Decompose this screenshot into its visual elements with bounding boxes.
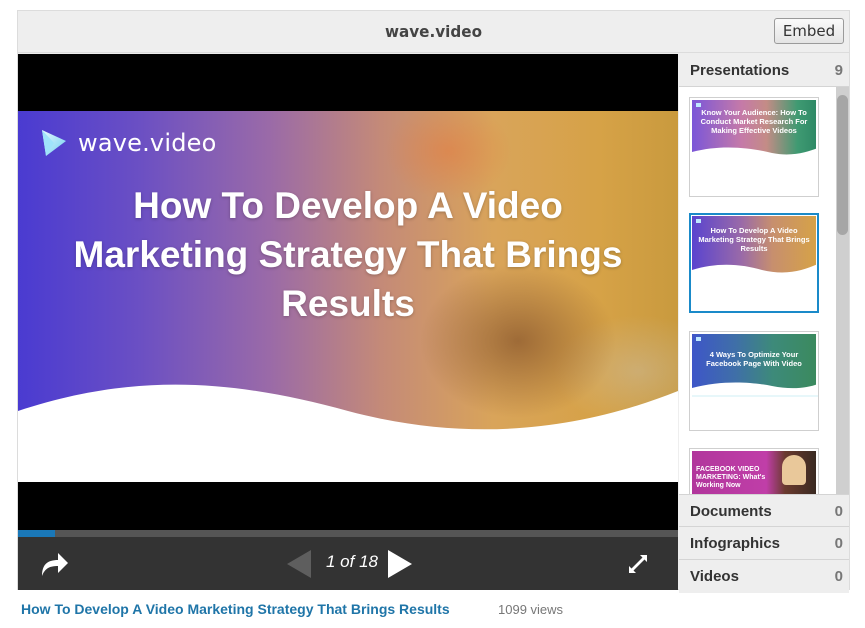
presentation-thumbnail-active[interactable]: How To Develop A Video Marketing Strateg… (689, 213, 819, 313)
next-triangle-icon[interactable] (386, 548, 416, 580)
presentation-thumbnail[interactable]: FACEBOOK VIDEO MARKETING: What's Working… (689, 448, 819, 494)
share-arrow-icon[interactable] (38, 550, 70, 578)
presentation-title-link[interactable]: How To Develop A Video Marketing Strateg… (21, 601, 450, 617)
previous-triangle-icon[interactable] (283, 548, 313, 580)
content-sidebar: Presentations 9 Know Your Audience: How … (679, 54, 849, 593)
category-label: Infographics (690, 535, 781, 552)
wave-video-logo-icon (696, 103, 701, 107)
category-presentations[interactable]: Presentations 9 (679, 54, 849, 87)
slide-headline: How To Develop A Video Marketing Strateg… (73, 185, 623, 324)
embed-widget: wave.video Embed wave.video How To Devel… (17, 10, 850, 593)
thumbnail-image: FACEBOOK VIDEO MARKETING: What's Working… (692, 451, 816, 494)
slide-progress-fill (18, 530, 55, 537)
category-count: 9 (834, 62, 843, 79)
thumbnail-caption: Know Your Audience: How To Conduct Marke… (700, 108, 808, 135)
current-slide: wave.video How To Develop A Video Market… (18, 111, 678, 482)
sidebar-scrollbar-thumb[interactable] (837, 95, 848, 235)
wave-video-logo-icon (42, 130, 66, 156)
category-count: 0 (834, 535, 843, 552)
category-infographics[interactable]: Infographics 0 (679, 527, 849, 560)
wave-video-logo-icon (696, 337, 701, 341)
sidebar-scrollbar[interactable] (836, 87, 849, 494)
view-count: 1099 views (498, 602, 564, 617)
thumbnail-caption: 4 Ways To Optimize Your Facebook Page Wi… (706, 350, 802, 368)
presentation-list: Know Your Audience: How To Conduct Marke… (679, 87, 849, 494)
category-documents[interactable]: Documents 0 (679, 494, 849, 527)
thumbnail-caption: How To Develop A Video Marketing Strateg… (698, 226, 810, 253)
fullscreen-expand-icon[interactable] (627, 553, 649, 575)
slide-logo: wave.video (40, 127, 217, 159)
category-videos[interactable]: Videos 0 (679, 560, 849, 593)
category-label: Videos (690, 568, 739, 585)
category-count: 0 (834, 503, 843, 520)
widget-title: wave.video (384, 22, 483, 41)
page-indicator: 1 of 18 (326, 552, 378, 571)
embed-button[interactable]: Embed (774, 18, 844, 44)
category-label: Documents (690, 503, 772, 520)
player-controls: 1 of 18 (18, 537, 678, 590)
widget-header: wave.video Embed (18, 11, 849, 53)
slide-logo-text: wave.video (78, 129, 217, 157)
thumbnail-wave-shape (692, 147, 818, 162)
category-count: 0 (834, 568, 843, 585)
presentation-thumbnail[interactable]: 4 Ways To Optimize Your Facebook Page Wi… (689, 331, 819, 431)
thumbnail-caption: FACEBOOK VIDEO MARKETING: What's Working… (696, 466, 766, 489)
slide-player: wave.video How To Develop A Video Market… (18, 54, 678, 590)
thumbnail-wave-shape (692, 382, 818, 402)
presentation-thumbnail[interactable]: Know Your Audience: How To Conduct Marke… (689, 97, 819, 197)
slide-progress-bar[interactable] (18, 530, 678, 537)
thumbnail-wave-shape (692, 264, 817, 278)
category-label: Presentations (690, 62, 790, 79)
thumbnail-portrait (782, 455, 806, 485)
wave-video-logo-icon (696, 219, 701, 223)
